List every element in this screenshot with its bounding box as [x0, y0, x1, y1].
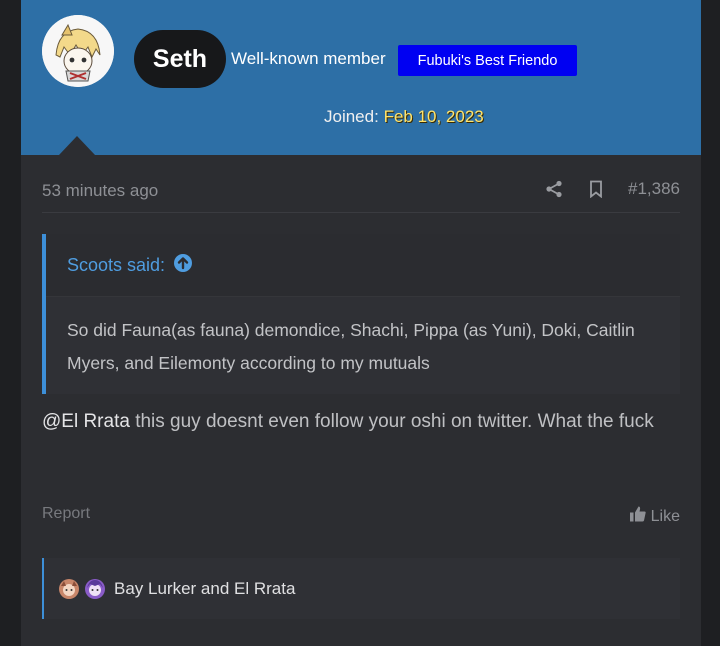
avatar[interactable] — [42, 15, 114, 87]
post-number[interactable]: #1,386 — [628, 179, 680, 199]
user-banner: Fubuki's Best Friendo — [398, 45, 577, 76]
joined-label: Joined: — [324, 107, 379, 126]
quote-header[interactable]: Scoots said: — [46, 234, 680, 297]
reactions-bar[interactable]: Bay Lurker and El Rrata — [42, 558, 680, 619]
arrow-up-circle-icon[interactable] — [173, 253, 193, 278]
post: Seth Well-known member Fubuki's Best Fri… — [21, 0, 701, 646]
reactions-text[interactable]: Bay Lurker and El Rrata — [114, 579, 295, 599]
user-title: Well-known member — [231, 49, 386, 68]
reaction-avatar-icon — [84, 578, 106, 600]
share-icon[interactable] — [544, 178, 564, 200]
like-button[interactable]: Like — [629, 505, 680, 528]
message-body: @El Rrata this guy doesnt even follow yo… — [42, 404, 682, 439]
like-label: Like — [650, 507, 680, 525]
user-header: Seth Well-known member Fubuki's Best Fri… — [21, 0, 701, 155]
username[interactable]: Seth — [134, 30, 226, 88]
post-time[interactable]: 53 minutes ago — [42, 181, 158, 201]
report-link[interactable]: Report — [42, 505, 90, 523]
quote-block: Scoots said: So did Fauna(as fauna) demo… — [42, 234, 680, 394]
divider — [42, 212, 680, 213]
reaction-avatar-icon — [58, 578, 80, 600]
post-actions: #1,386 — [544, 178, 680, 200]
bookmark-icon[interactable] — [586, 178, 606, 200]
quote-author[interactable]: Scoots said: — [67, 255, 165, 276]
joined-info: Joined: Feb 10, 2023 — [324, 107, 484, 127]
header-arrow — [59, 136, 95, 155]
user-mention[interactable]: @El Rrata — [42, 411, 130, 432]
quote-text: So did Fauna(as fauna) demondice, Shachi… — [67, 320, 635, 373]
thumbs-up-icon — [629, 505, 647, 528]
message-text: this guy doesnt even follow your oshi on… — [129, 411, 654, 432]
joined-date: Feb 10, 2023 — [383, 107, 484, 126]
